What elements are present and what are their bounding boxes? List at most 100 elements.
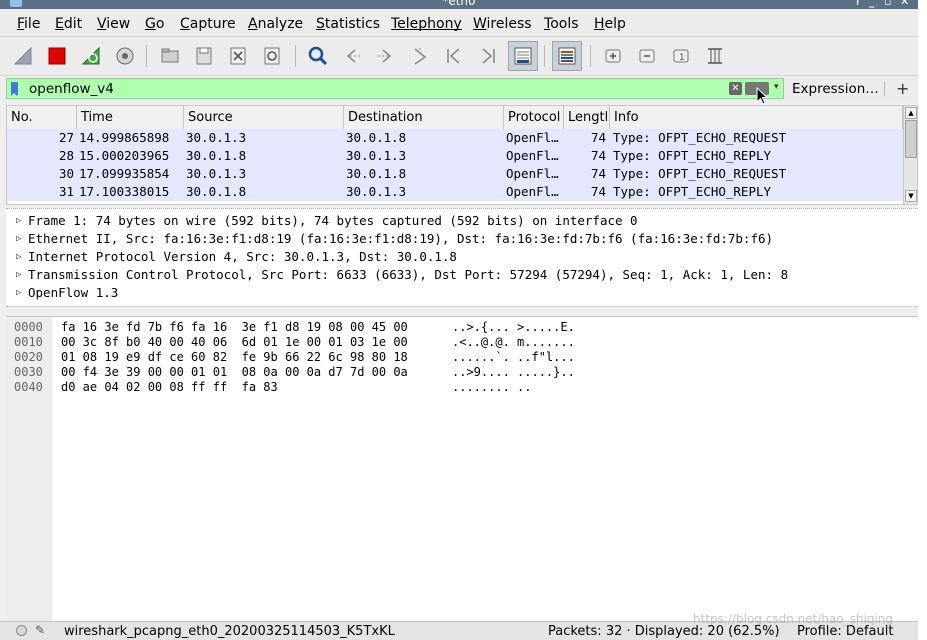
menu-statistics[interactable]: Statistics xyxy=(316,16,380,32)
byte-ascii[interactable]: ..>.{... >.....E. xyxy=(452,320,575,335)
close-file-icon[interactable] xyxy=(223,41,253,71)
byte-offset: 0010 xyxy=(14,335,43,349)
byte-ascii[interactable]: ........ .. xyxy=(452,380,531,395)
display-filter-bar: openflow_v4 ✕ ▾ Expression… + xyxy=(0,76,918,102)
byte-hex[interactable]: 01 08 19 e9 df ce 60 82 fe 9b 66 22 6c 9… xyxy=(61,350,408,365)
menu-go[interactable]: Go xyxy=(145,16,164,32)
packet-details: ▷ Frame 1: 74 bytes on wire (592 bits), … xyxy=(6,208,918,307)
packet-list-scrollbar[interactable]: ▲ ▼ xyxy=(903,106,917,204)
autoscroll-icon[interactable] xyxy=(508,41,538,71)
packet-list[interactable]: No. Time Source Destination Protocol Len… xyxy=(6,105,918,205)
tree-item-frame[interactable]: ▷ Frame 1: 74 bytes on wire (592 bits), … xyxy=(6,212,918,230)
capture-options-icon[interactable] xyxy=(110,41,140,71)
scroll-thumb[interactable] xyxy=(905,120,917,158)
expert-info-icon[interactable] xyxy=(16,625,27,636)
display-filter-input[interactable]: openflow_v4 ✕ ▾ xyxy=(6,78,784,99)
menu-file[interactable]: File xyxy=(17,16,40,32)
column-info[interactable]: Info xyxy=(610,106,903,129)
menu-wireless[interactable]: Wireless xyxy=(473,16,532,32)
wireshark-window: *eth0 ↑ _ ▫ ✕ File Edit View Go Capture … xyxy=(0,0,918,640)
scroll-up-icon[interactable]: ▲ xyxy=(905,107,917,119)
zoom-in-icon[interactable] xyxy=(598,41,628,71)
byte-hex[interactable]: d0 ae 04 02 00 08 ff ff fa 83 xyxy=(61,380,278,395)
byte-offset: 0030 xyxy=(14,365,43,379)
main-toolbar: 1 xyxy=(0,37,918,76)
bookmark-icon[interactable] xyxy=(11,82,18,96)
restart-capture-icon[interactable] xyxy=(76,41,106,71)
byte-ascii[interactable]: ..>9.... .....}.. xyxy=(452,365,575,380)
menu-capture[interactable]: Capture xyxy=(180,16,236,32)
clear-filter-icon[interactable]: ✕ xyxy=(729,82,742,95)
watermark-text: https://blog.csdn.net/hao_shiqing xyxy=(693,612,894,626)
window-title: *eth0 xyxy=(442,0,476,8)
expression-button[interactable]: Expression… xyxy=(792,81,879,97)
filter-history-dropdown-icon[interactable]: ▾ xyxy=(774,82,779,92)
minimize-icon[interactable]: _ xyxy=(869,0,875,8)
menu-analyze[interactable]: Analyze xyxy=(248,16,303,32)
menu-edit[interactable]: Edit xyxy=(55,16,82,32)
shark-fin-start-icon[interactable] xyxy=(8,41,38,71)
expand-arrow-icon[interactable]: ▷ xyxy=(16,284,21,302)
packet-count: Packets: 32 · Displayed: 20 (62.5%) xyxy=(548,624,780,639)
tree-item-openflow[interactable]: ▷ OpenFlow 1.3 xyxy=(6,284,918,302)
byte-offset: 0040 xyxy=(14,380,43,394)
column-destination[interactable]: Destination xyxy=(344,106,504,129)
find-packet-icon[interactable] xyxy=(303,41,333,71)
menubar: File Edit View Go Capture Analyze Statis… xyxy=(0,9,918,37)
menu-tools[interactable]: Tools xyxy=(544,16,579,32)
expand-arrow-icon[interactable]: ▷ xyxy=(16,212,21,230)
column-length[interactable]: Lengtl xyxy=(564,106,610,129)
expand-arrow-icon[interactable]: ▷ xyxy=(16,230,21,248)
first-packet-icon[interactable] xyxy=(439,41,469,71)
tree-item-ethernet[interactable]: ▷ Ethernet II, Src: fa:16:3e:f1:d8:19 (f… xyxy=(6,230,918,248)
tree-item-ipv4[interactable]: ▷ Internet Protocol Version 4, Src: 30.0… xyxy=(6,248,918,266)
close-window-icon[interactable]: ✕ xyxy=(900,0,909,8)
byte-ascii[interactable]: .<..@.@. m....... xyxy=(452,335,575,350)
table-row[interactable]: 31 17.100338015 30.0.1.8 30.0.1.3 OpenFl… xyxy=(7,183,903,201)
capture-file-name: wireshark_pcapng_eth0_20200325114503_K5T… xyxy=(64,624,395,639)
keep-above-icon[interactable]: ↑ xyxy=(853,0,862,8)
expand-arrow-icon[interactable]: ▷ xyxy=(16,266,21,284)
table-row[interactable]: 27 14.999865898 30.0.1.3 30.0.1.8 OpenFl… xyxy=(7,129,903,147)
packet-list-header: No. Time Source Destination Protocol Len… xyxy=(7,106,903,130)
column-protocol[interactable]: Protocol xyxy=(504,106,564,129)
go-forward-icon[interactable] xyxy=(371,41,401,71)
byte-hex[interactable]: fa 16 3e fd 7b f6 fa 16 3e f1 d8 19 08 0… xyxy=(61,320,408,335)
profile-selector[interactable]: Profile: Default xyxy=(797,624,893,639)
go-to-packet-icon[interactable] xyxy=(405,41,435,71)
byte-hex[interactable]: 00 f4 3e 39 00 00 01 01 08 0a 00 0a d7 7… xyxy=(61,365,408,380)
open-file-icon[interactable] xyxy=(155,41,185,71)
maximize-icon[interactable]: ▫ xyxy=(884,0,891,8)
table-row[interactable]: 28 15.000203965 30.0.1.8 30.0.1.3 OpenFl… xyxy=(7,147,903,165)
column-no[interactable]: No. xyxy=(7,106,77,129)
byte-offset: 0000 xyxy=(14,320,43,334)
colorize-icon[interactable] xyxy=(552,41,582,71)
column-source[interactable]: Source xyxy=(184,106,344,129)
stop-capture-icon[interactable] xyxy=(42,41,72,71)
last-packet-icon[interactable] xyxy=(473,41,503,71)
add-filter-button[interactable]: + xyxy=(896,79,909,98)
byte-ascii[interactable]: ......`. ..f"l... xyxy=(452,350,575,365)
go-back-icon[interactable] xyxy=(337,41,367,71)
table-row[interactable]: 30 17.099935854 30.0.1.3 30.0.1.8 OpenFl… xyxy=(7,165,903,183)
packet-bytes[interactable]: 0000 fa 16 3e fd 7b f6 fa 16 3e f1 d8 19… xyxy=(6,316,918,622)
filter-text[interactable]: openflow_v4 xyxy=(29,81,114,97)
menu-telephony[interactable]: Telephony xyxy=(391,16,462,32)
normal-size-icon[interactable]: 1 xyxy=(666,41,696,71)
resize-columns-icon[interactable] xyxy=(700,41,730,71)
tree-item-tcp[interactable]: ▷ Transmission Control Protocol, Src Por… xyxy=(6,266,918,284)
expand-arrow-icon[interactable]: ▷ xyxy=(16,248,21,266)
title-bar: *eth0 ↑ _ ▫ ✕ xyxy=(0,0,918,9)
column-time[interactable]: Time xyxy=(77,106,184,129)
menu-view[interactable]: View xyxy=(97,16,130,32)
reload-file-icon[interactable] xyxy=(257,41,287,71)
svg-text:1: 1 xyxy=(679,53,685,63)
byte-offset: 0020 xyxy=(14,350,43,364)
menu-help[interactable]: Help xyxy=(594,16,626,32)
scroll-down-icon[interactable]: ▼ xyxy=(905,190,917,202)
byte-hex[interactable]: 00 3c 8f b0 40 00 40 06 6d 01 1e 00 01 0… xyxy=(61,335,408,350)
zoom-out-icon[interactable] xyxy=(632,41,662,71)
capture-comment-icon[interactable]: ✎ xyxy=(35,623,45,637)
save-file-icon[interactable] xyxy=(189,41,219,71)
mouse-cursor-icon xyxy=(756,87,768,105)
